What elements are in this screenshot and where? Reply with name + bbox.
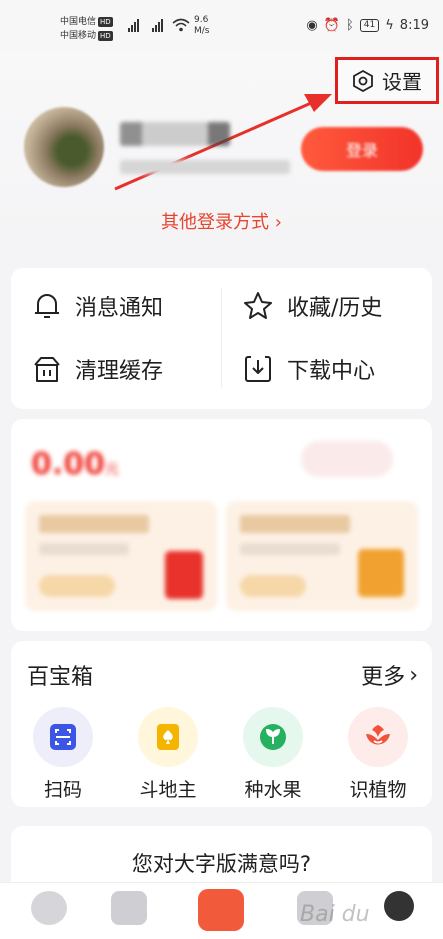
login-button[interactable]: 登录 <box>301 127 423 171</box>
toolbox-card: 百宝箱 更多 › 扫码 斗地主 种水果 识植物 <box>11 641 432 807</box>
bell-icon <box>35 294 59 318</box>
nav-item-home[interactable] <box>14 891 84 929</box>
more-label: 更多 <box>361 665 406 690</box>
toolbox-more-link[interactable]: 更多 › <box>361 659 418 691</box>
bluetooth-icon: ᛒ <box>345 18 354 33</box>
other-login-link[interactable]: 其他登录方式 › <box>0 208 443 234</box>
wallet-amount: 0.00 <box>31 447 106 482</box>
settings-label: 设置 <box>382 70 422 94</box>
clock: 8:19 <box>399 18 429 33</box>
quick-item-downloads[interactable]: 下载中心 <box>243 353 375 385</box>
nav-item-hot[interactable] <box>94 891 164 929</box>
tool-label: 识植物 <box>349 779 407 801</box>
tool-label: 种水果 <box>244 779 302 801</box>
tool-grow-fruit[interactable]: 种水果 <box>233 707 313 802</box>
hd-badge: HD <box>98 17 113 27</box>
tool-label: 扫码 <box>43 779 82 801</box>
carrier-info: 中国电信 HD 中国移动 HD <box>60 15 113 43</box>
paw-icon <box>31 891 67 925</box>
nav-item-profile[interactable] <box>364 891 434 925</box>
leaf-icon <box>260 724 286 750</box>
profile-page: 设置 登录 其他登录方式 › 消息通知 收藏/历史 清理缓存 下载中心 0.00… <box>0 52 443 906</box>
download-icon <box>245 356 271 382</box>
bottom-nav <box>0 882 443 939</box>
withdraw-button[interactable] <box>301 441 393 477</box>
wifi-icon <box>172 18 190 32</box>
microphone-icon <box>198 889 244 931</box>
tool-identify-plant[interactable]: 识植物 <box>338 707 418 802</box>
wallet-unit: 元 <box>105 462 120 478</box>
carrier-1: 中国电信 <box>60 17 97 27</box>
status-bar: 中国电信 HD 中国移动 HD 9.6 M/s ◉ ⏰ ᛒ 41 ϟ 8:19 <box>0 0 443 52</box>
trash-icon <box>34 357 60 382</box>
battery-level: 41 <box>359 19 380 32</box>
nav-item-voice-search[interactable] <box>186 889 256 935</box>
wallet-card: 0.00元 <box>11 419 432 631</box>
star-icon <box>244 292 272 319</box>
promo-card-right[interactable] <box>226 501 418 611</box>
login-label: 登录 <box>345 141 378 160</box>
charging-icon: ϟ <box>385 18 394 33</box>
quick-actions-card: 消息通知 收藏/历史 清理缓存 下载中心 <box>11 268 432 409</box>
quick-item-label: 下载中心 <box>287 359 376 384</box>
username-blurred <box>120 122 230 146</box>
quick-item-clear-cache[interactable]: 清理缓存 <box>33 353 163 385</box>
avatar[interactable] <box>24 107 104 187</box>
tool-doudizhu[interactable]: 斗地主 <box>128 707 208 802</box>
tool-icon-bg <box>348 707 408 767</box>
profile-icon <box>384 891 414 921</box>
tool-scan[interactable]: 扫码 <box>23 707 103 802</box>
quick-item-notifications[interactable]: 消息通知 <box>33 290 163 322</box>
document-icon <box>111 891 147 925</box>
signal-icon <box>128 18 139 32</box>
alarm-icon: ⏰ <box>323 18 340 33</box>
survey-question: 您对大字版满意吗? <box>131 852 312 876</box>
eye-icon: ◉ <box>306 18 318 33</box>
tool-icon-bg <box>243 707 303 767</box>
hd-badge: HD <box>98 31 113 41</box>
flower-icon <box>366 725 390 745</box>
promo-card-left[interactable] <box>25 501 217 611</box>
quick-item-label: 收藏/历史 <box>287 296 383 321</box>
tool-icon-bg <box>138 707 198 767</box>
quick-item-label: 清理缓存 <box>75 359 164 384</box>
speed-unit: M/s <box>194 26 210 36</box>
network-speed: 9.6 M/s <box>194 15 210 37</box>
chevron-right-icon: › <box>409 662 418 688</box>
speed-value: 9.6 <box>194 15 209 25</box>
user-subtitle-blurred <box>120 160 290 174</box>
tool-label: 斗地主 <box>139 779 197 801</box>
signal-icon <box>152 18 163 32</box>
divider <box>221 288 222 388</box>
quick-item-favorites-history[interactable]: 收藏/历史 <box>243 290 382 322</box>
toolbox-title: 百宝箱 <box>27 665 94 690</box>
scan-icon <box>50 724 76 750</box>
tool-icon-bg <box>33 707 93 767</box>
right-status: ◉ ⏰ ᛒ 41 ϟ 8:19 <box>306 18 429 33</box>
settings-button[interactable]: 设置 <box>335 57 439 104</box>
settings-hexagon-icon <box>353 69 373 92</box>
carrier-2: 中国移动 <box>60 31 97 41</box>
watermark: Bai du <box>300 902 370 927</box>
wallet-balance: 0.00元 <box>31 447 119 482</box>
quick-item-label: 消息通知 <box>75 296 164 321</box>
spade-card-icon <box>157 724 179 750</box>
